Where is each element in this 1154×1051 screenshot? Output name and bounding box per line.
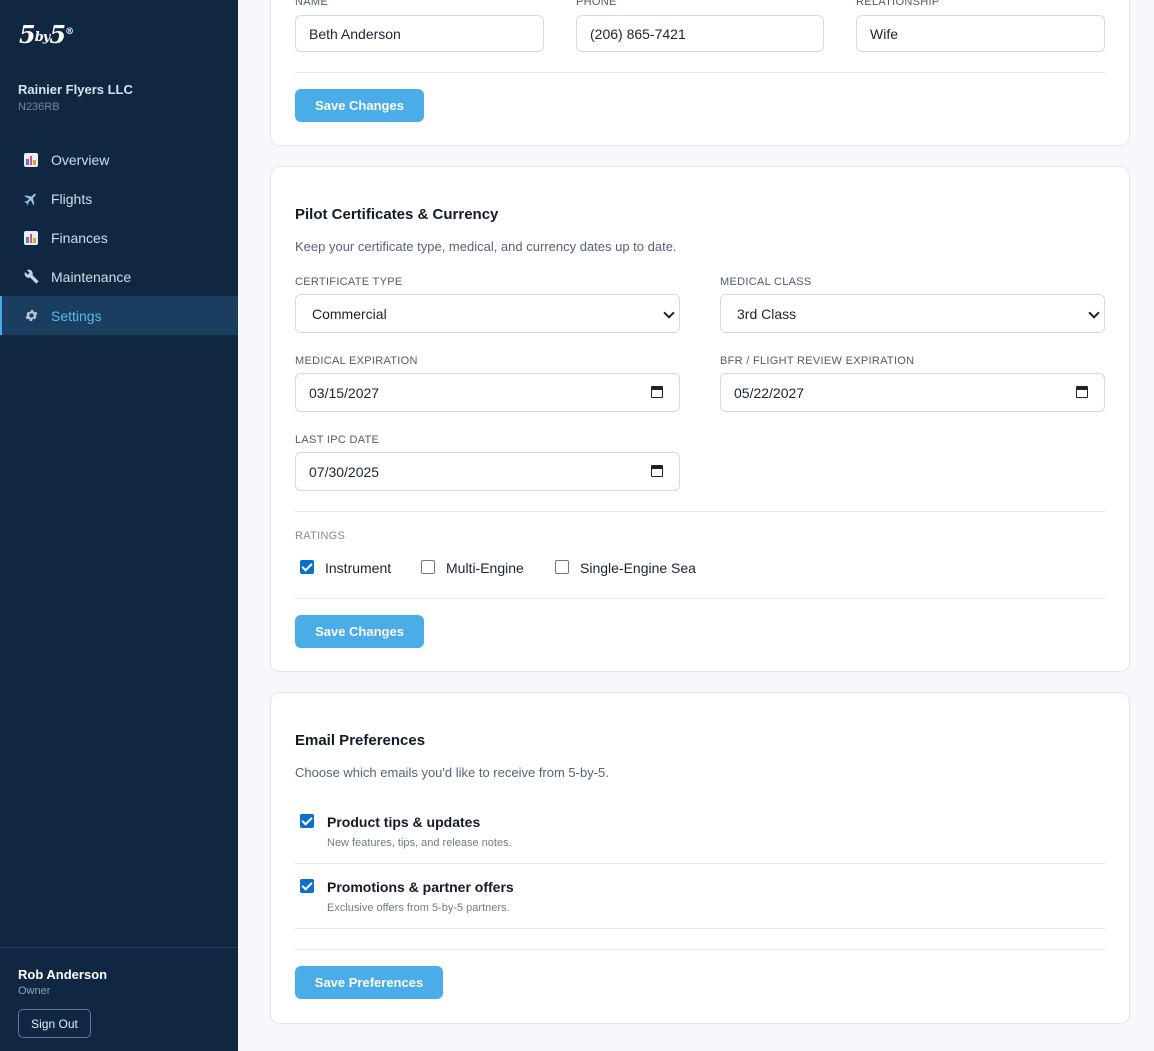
- rating-instrument-checkbox[interactable]: [300, 560, 314, 574]
- sidebar-item-finances[interactable]: Finances: [0, 218, 238, 257]
- calendar-icon[interactable]: [1076, 386, 1088, 398]
- emergency-contact-card: Name Phone Relationship Beth Anderson (2…: [270, 0, 1130, 146]
- sign-out-button[interactable]: Sign Out: [18, 1009, 91, 1038]
- sidebar-item-label: Finances: [51, 229, 108, 246]
- app-logo[interactable]: 5by5®: [19, 20, 74, 49]
- aircraft-tail-number: N236RB: [18, 101, 60, 113]
- divider: [295, 863, 1105, 864]
- rating-multi-engine-checkbox[interactable]: [421, 560, 435, 574]
- contact-relationship-input[interactable]: Wife: [856, 15, 1105, 52]
- bfr-expiration-label: BFR / Flight Review Expiration: [720, 355, 915, 367]
- wrench-icon: [23, 269, 39, 285]
- rating-single-engine-sea-label[interactable]: Single-Engine Sea: [580, 560, 696, 576]
- save-certificates-button[interactable]: Save Changes: [295, 615, 424, 648]
- card-title: Pilot Certificates & Currency: [295, 206, 499, 223]
- save-preferences-button[interactable]: Save Preferences: [295, 966, 443, 999]
- divider: [295, 72, 1105, 73]
- medical-class-select[interactable]: 3rd Class: [720, 294, 1105, 333]
- divider: [295, 949, 1105, 950]
- rating-multi-engine-label[interactable]: Multi-Engine: [446, 560, 524, 576]
- rating-instrument-label[interactable]: Instrument: [325, 560, 391, 576]
- last-ipc-input[interactable]: 07/30/2025: [295, 452, 680, 491]
- name-label: Name: [295, 0, 328, 8]
- contact-name-input[interactable]: Beth Anderson: [295, 15, 544, 52]
- gear-icon: [23, 308, 39, 324]
- pref-subtitle: New features, tips, and release notes.: [327, 837, 512, 849]
- pilot-certificates-card: Pilot Certificates & Currency Keep your …: [270, 166, 1130, 672]
- pref-title[interactable]: Product tips & updates: [327, 814, 480, 830]
- user-name: Rob Anderson: [18, 967, 108, 982]
- calendar-icon[interactable]: [651, 386, 663, 398]
- product-tips-checkbox[interactable]: [300, 814, 314, 828]
- contact-phone-input[interactable]: (206) 865-7421: [576, 15, 824, 52]
- ratings-label: Ratings: [295, 530, 346, 542]
- divider: [295, 598, 1105, 599]
- relationship-label: Relationship: [856, 0, 940, 8]
- certificate-type-select[interactable]: Commercial: [295, 294, 680, 333]
- sidebar-item-label: Flights: [51, 190, 93, 207]
- sidebar-item-label: Settings: [51, 307, 102, 324]
- org-name: Rainier Flyers LLC: [18, 82, 133, 97]
- card-description: Keep your certificate type, medical, and…: [295, 239, 677, 254]
- airplane-icon: [23, 191, 39, 207]
- bar-chart-icon: [23, 152, 39, 168]
- calendar-icon[interactable]: [651, 465, 663, 477]
- rating-single-engine-sea-checkbox[interactable]: [555, 560, 569, 574]
- last-ipc-label: Last IPC Date: [295, 434, 380, 446]
- sidebar-item-overview[interactable]: Overview: [0, 140, 238, 179]
- pref-title[interactable]: Promotions & partner offers: [327, 879, 514, 895]
- phone-label: Phone: [576, 0, 617, 8]
- sidebar-item-settings[interactable]: Settings: [0, 296, 238, 335]
- sidebar-user-panel: Rob Anderson Owner Sign Out: [0, 947, 238, 1038]
- medical-class-label: Medical Class: [720, 276, 812, 288]
- sidebar-item-label: Overview: [51, 151, 110, 168]
- medical-expiration-input[interactable]: 03/15/2027: [295, 373, 680, 412]
- save-contact-button[interactable]: Save Changes: [295, 89, 424, 122]
- bar-chart-icon: [23, 230, 39, 246]
- pref-subtitle: Exclusive offers from 5-by-5 partners.: [327, 902, 510, 914]
- user-role: Owner: [18, 985, 51, 997]
- promotions-checkbox[interactable]: [300, 879, 314, 893]
- sidebar-item-flights[interactable]: Flights: [0, 179, 238, 218]
- card-description: Choose which emails you'd like to receiv…: [295, 765, 609, 780]
- medical-expiration-label: Medical Expiration: [295, 355, 418, 367]
- divider: [295, 511, 1105, 512]
- sidebar-nav: Overview Flights Finances Maintenance Se…: [0, 140, 238, 335]
- sidebar-item-label: Maintenance: [51, 268, 132, 285]
- card-title: Email Preferences: [295, 732, 426, 749]
- bfr-expiration-input[interactable]: 05/22/2027: [720, 373, 1105, 412]
- sidebar: 5by5® Rainier Flyers LLC N236RB Overview…: [0, 0, 238, 1051]
- email-preferences-card: Email Preferences Choose which emails yo…: [270, 692, 1130, 1024]
- divider: [295, 928, 1105, 929]
- certificate-type-label: Certificate Type: [295, 276, 403, 288]
- sidebar-item-maintenance[interactable]: Maintenance: [0, 257, 238, 296]
